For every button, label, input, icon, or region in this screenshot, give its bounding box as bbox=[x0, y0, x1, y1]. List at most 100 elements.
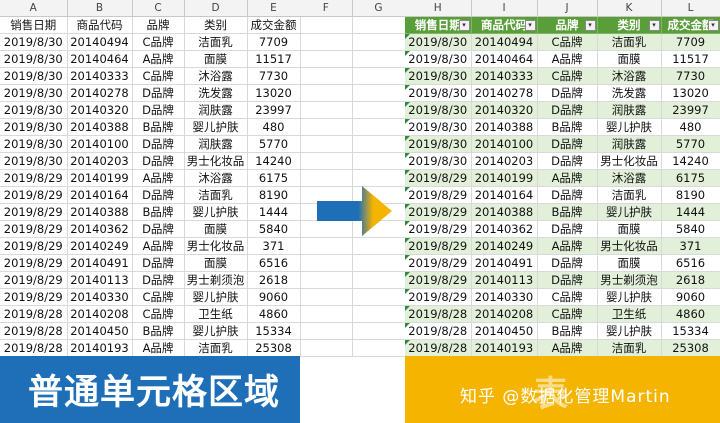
cell[interactable]: 2019/8/30 bbox=[0, 50, 68, 68]
cell[interactable]: 沐浴露 bbox=[184, 67, 248, 85]
cell[interactable]: 男士化妆品 bbox=[597, 152, 662, 170]
cell[interactable]: 卫生纸 bbox=[597, 305, 662, 323]
cell[interactable]: 20140278 bbox=[67, 84, 133, 102]
column-letter[interactable]: K bbox=[597, 0, 662, 17]
header-cell[interactable]: 销售日期 bbox=[0, 16, 68, 34]
table-header-cell[interactable]: 商品代码 ▾ bbox=[471, 16, 538, 34]
cell[interactable]: 20140278 bbox=[471, 84, 538, 102]
empty-cell[interactable] bbox=[352, 237, 406, 255]
cell[interactable]: 沐浴露 bbox=[597, 169, 662, 187]
cell[interactable]: 2019/8/29 bbox=[405, 271, 472, 289]
cell[interactable]: 男士化妆品 bbox=[184, 152, 248, 170]
cell[interactable]: 2019/8/28 bbox=[0, 305, 68, 323]
cell[interactable]: A品牌 bbox=[132, 50, 185, 68]
cell[interactable]: 7709 bbox=[247, 33, 301, 51]
empty-cell[interactable] bbox=[300, 135, 353, 153]
cell[interactable]: 2019/8/29 bbox=[0, 186, 68, 204]
cell[interactable]: 8190 bbox=[661, 186, 720, 204]
cell[interactable]: 20140164 bbox=[67, 186, 133, 204]
cell[interactable]: 润肤露 bbox=[184, 101, 248, 119]
cell[interactable]: 480 bbox=[661, 118, 720, 136]
empty-cell[interactable] bbox=[352, 169, 406, 187]
cell[interactable]: B品牌 bbox=[132, 118, 185, 136]
empty-cell[interactable] bbox=[352, 84, 406, 102]
cell[interactable]: 6516 bbox=[247, 254, 301, 272]
cell[interactable]: 5840 bbox=[661, 220, 720, 238]
cell[interactable]: B品牌 bbox=[537, 203, 598, 221]
cell[interactable]: 11517 bbox=[247, 50, 301, 68]
header-cell[interactable]: 商品代码 bbox=[67, 16, 133, 34]
cell[interactable]: 2019/8/29 bbox=[405, 169, 472, 187]
cell[interactable]: 2019/8/29 bbox=[0, 237, 68, 255]
cell[interactable]: D品牌 bbox=[132, 135, 185, 153]
cell[interactable]: 7730 bbox=[661, 67, 720, 85]
cell[interactable]: 润肤露 bbox=[597, 101, 662, 119]
cell[interactable]: 25308 bbox=[247, 339, 301, 357]
filter-dropdown-icon[interactable]: ▾ bbox=[458, 20, 470, 31]
empty-cell[interactable] bbox=[352, 33, 406, 51]
cell[interactable]: 4860 bbox=[247, 305, 301, 323]
cell[interactable]: 20140494 bbox=[471, 33, 538, 51]
cell[interactable]: 7730 bbox=[247, 67, 301, 85]
cell[interactable]: 面膜 bbox=[184, 220, 248, 238]
cell[interactable]: 2019/8/29 bbox=[0, 288, 68, 306]
cell[interactable]: 20140203 bbox=[67, 152, 133, 170]
cell[interactable]: C品牌 bbox=[537, 67, 598, 85]
cell[interactable]: D品牌 bbox=[132, 271, 185, 289]
empty-cell[interactable] bbox=[352, 135, 406, 153]
column-letter[interactable]: C bbox=[132, 0, 185, 17]
cell[interactable]: 20140113 bbox=[471, 271, 538, 289]
cell[interactable]: 2019/8/29 bbox=[0, 203, 68, 221]
cell[interactable]: 20140388 bbox=[471, 118, 538, 136]
cell[interactable]: 2019/8/29 bbox=[405, 254, 472, 272]
cell[interactable]: 洁面乳 bbox=[597, 186, 662, 204]
cell[interactable]: 2019/8/30 bbox=[0, 84, 68, 102]
empty-cell[interactable] bbox=[300, 84, 353, 102]
cell[interactable]: 13020 bbox=[247, 84, 301, 102]
cell[interactable]: B品牌 bbox=[132, 203, 185, 221]
cell[interactable]: D品牌 bbox=[132, 220, 185, 238]
cell[interactable]: 2019/8/30 bbox=[405, 135, 472, 153]
cell[interactable]: A品牌 bbox=[132, 339, 185, 357]
empty-cell[interactable] bbox=[352, 322, 406, 340]
cell[interactable]: 2019/8/30 bbox=[0, 67, 68, 85]
cell[interactable]: 洁面乳 bbox=[184, 33, 248, 51]
cell[interactable]: 婴儿护肤 bbox=[184, 322, 248, 340]
empty-cell[interactable] bbox=[300, 118, 353, 136]
cell[interactable]: C品牌 bbox=[132, 288, 185, 306]
column-letter[interactable]: A bbox=[0, 0, 68, 17]
cell[interactable]: 20140249 bbox=[471, 237, 538, 255]
cell[interactable]: 婴儿护肤 bbox=[597, 322, 662, 340]
cell[interactable]: 婴儿护肤 bbox=[184, 203, 248, 221]
header-cell[interactable]: 品牌 bbox=[132, 16, 185, 34]
cell[interactable]: 润肤露 bbox=[597, 135, 662, 153]
cell[interactable]: D品牌 bbox=[537, 101, 598, 119]
empty-cell[interactable] bbox=[300, 169, 353, 187]
cell[interactable]: 11517 bbox=[661, 50, 720, 68]
empty-cell[interactable] bbox=[300, 67, 353, 85]
empty-cell[interactable] bbox=[300, 288, 353, 306]
cell[interactable]: D品牌 bbox=[537, 271, 598, 289]
cell[interactable]: 20140208 bbox=[471, 305, 538, 323]
cell[interactable]: 2019/8/29 bbox=[405, 186, 472, 204]
cell[interactable]: 371 bbox=[661, 237, 720, 255]
cell[interactable]: 20140333 bbox=[67, 67, 133, 85]
cell[interactable]: 2019/8/30 bbox=[405, 33, 472, 51]
cell[interactable]: 20140164 bbox=[471, 186, 538, 204]
cell[interactable]: 15334 bbox=[661, 322, 720, 340]
column-letter[interactable]: L bbox=[661, 0, 720, 17]
cell[interactable]: A品牌 bbox=[537, 50, 598, 68]
empty-cell[interactable] bbox=[352, 118, 406, 136]
cell[interactable]: 5770 bbox=[247, 135, 301, 153]
cell[interactable]: 面膜 bbox=[184, 50, 248, 68]
cell[interactable]: 男士剃须泡 bbox=[597, 271, 662, 289]
empty-cell[interactable] bbox=[352, 339, 406, 357]
empty-cell[interactable] bbox=[300, 33, 353, 51]
cell[interactable]: C品牌 bbox=[537, 33, 598, 51]
column-letter[interactable]: F bbox=[300, 0, 353, 17]
cell[interactable]: 20140464 bbox=[67, 50, 133, 68]
cell[interactable]: D品牌 bbox=[132, 101, 185, 119]
cell[interactable]: D品牌 bbox=[537, 220, 598, 238]
empty-cell[interactable] bbox=[300, 152, 353, 170]
cell[interactable]: 5840 bbox=[247, 220, 301, 238]
